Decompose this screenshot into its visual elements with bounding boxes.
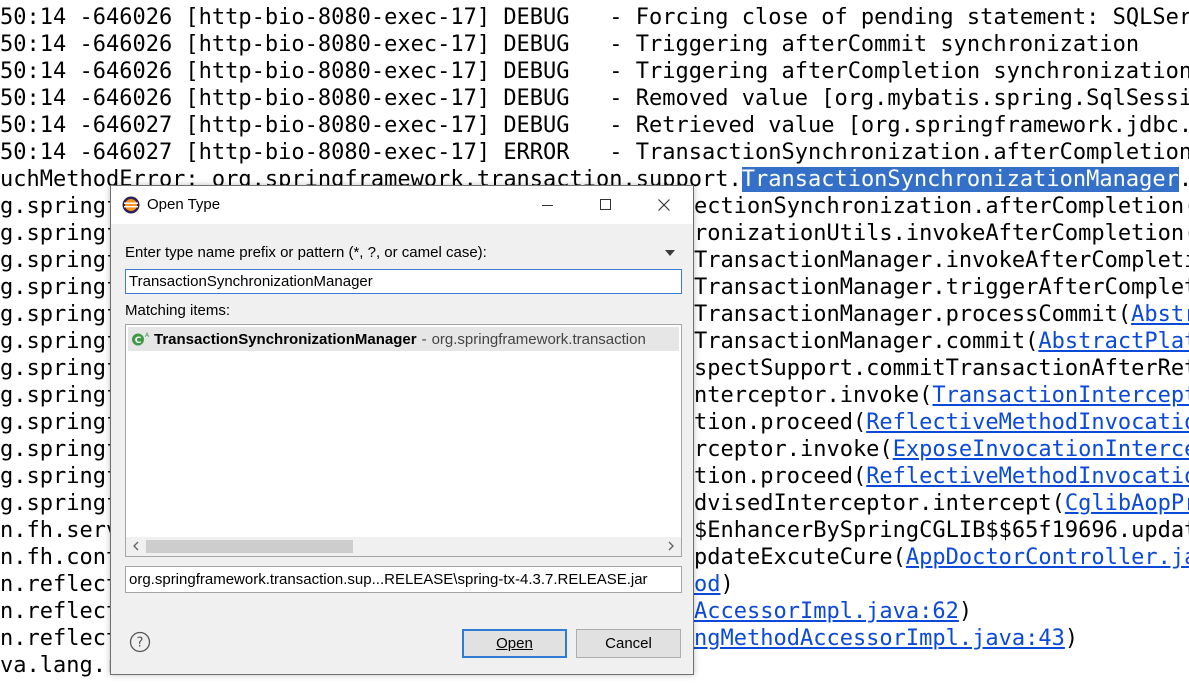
console-line-right-fragment: nterceptor.invoke(TransactionIntercepto	[694, 382, 1189, 409]
svg-text:?: ?	[137, 636, 144, 651]
console-line-right-fragment: rceptor.invoke(ExposeInvocationIntercep	[694, 436, 1189, 463]
console-line: 50:14 -646026 [http-bio-8080-exec-17] DE…	[0, 5, 1189, 30]
console-line-right-fragment: ectionSynchronization.afterCompletion(T	[694, 194, 1189, 219]
svg-text:C: C	[135, 336, 142, 346]
scrollbar-thumb[interactable]	[146, 540, 353, 553]
console-line-right-fragment: pdateExcuteCure(AppDoctorController.jav	[694, 544, 1189, 571]
console-line-right-fragment: AccessorImpl.java:62)	[694, 599, 973, 624]
stack-trace-link[interactable]: AppDoctorController.jav	[906, 545, 1189, 570]
console-line: 50:14 -646027 [http-bio-8080-exec-17] DE…	[0, 113, 1189, 138]
svg-text:A: A	[145, 332, 150, 339]
scroll-right-icon[interactable]	[667, 541, 675, 551]
console-line-left-fragment: g.springfr	[0, 194, 112, 219]
view-menu-icon[interactable]	[665, 250, 675, 256]
pattern-label: Enter type name prefix or pattern (*, ?,…	[125, 244, 487, 261]
console-line: 50:14 -646026 [http-bio-8080-exec-17] DE…	[0, 86, 1189, 111]
console-line-left-fragment: g.springfr	[0, 275, 112, 300]
close-button[interactable]	[635, 186, 693, 224]
console-line-right-fragment: tion.proceed(ReflectiveMethodInvocatio	[694, 409, 1189, 436]
console-line-left-fragment: n.fh.servi	[0, 518, 112, 543]
console-line: 50:14 -646026 [http-bio-8080-exec-17] DE…	[0, 32, 1140, 57]
help-icon[interactable]: ?	[129, 631, 151, 653]
console-line: 50:14 -646027 [http-bio-8080-exec-17] ER…	[0, 140, 1189, 165]
eclipse-app-icon	[122, 196, 140, 214]
console-line-right-fragment: dvisedInterceptor.intercept(CglibAopPro	[694, 490, 1189, 517]
minimize-button[interactable]	[519, 186, 577, 224]
console-line-left-fragment: g.springfr	[0, 356, 112, 381]
console-line-right-fragment: TransactionManager.invokeAfterCompletio	[694, 248, 1189, 273]
maximize-button[interactable]	[577, 186, 635, 224]
dialog-title: Open Type	[147, 196, 221, 213]
package-name: org.springframework.transaction	[431, 330, 646, 348]
list-item[interactable]: C A TransactionSynchronizationManager - …	[128, 327, 679, 351]
scroll-left-icon[interactable]	[132, 541, 140, 551]
horizontal-scrollbar[interactable]	[126, 537, 681, 556]
console-line-left-fragment: g.springfr	[0, 437, 112, 462]
stack-trace-link[interactable]: AbstractPlatf	[1038, 329, 1189, 354]
console-line-left-fragment: g.springfr	[0, 464, 112, 489]
minimize-icon	[542, 205, 553, 206]
item-separator: -	[421, 330, 427, 348]
dialog-titlebar[interactable]: Open Type	[111, 186, 693, 224]
selected-text[interactable]: TransactionSynchronizationManager	[741, 167, 1179, 192]
console-line-left-fragment: n.reflect	[0, 572, 112, 597]
maximize-icon	[600, 199, 611, 210]
console-line-right-fragment: ngMethodAccessorImpl.java:43)	[694, 626, 1079, 651]
console-line: 50:14 -646026 [http-bio-8080-exec-17] DE…	[0, 59, 1189, 84]
type-name: TransactionSynchronizationManager	[154, 330, 417, 348]
console-line-right-fragment: TransactionManager.commit(AbstractPlatf	[694, 328, 1189, 355]
public-class-icon: C A	[132, 332, 150, 346]
matching-items-label: Matching items:	[125, 302, 231, 319]
console-line-right-fragment: ronizationUtils.invokeAfterCompletion(T	[694, 221, 1189, 246]
console-line-left-fragment: g.springfr	[0, 302, 112, 327]
stack-trace-link[interactable]: CglibAopPro	[1065, 491, 1189, 516]
console-line-left-fragment: n.reflect	[0, 626, 112, 651]
cancel-button[interactable]: Cancel	[576, 629, 681, 658]
console-line-right-fragment: TransactionManager.triggerAfterComplet	[694, 275, 1189, 300]
type-pattern-input[interactable]	[125, 269, 682, 294]
console-line-right-fragment: $EnhancerBySpringCGLIB$$65f19696.updat	[694, 518, 1189, 543]
console-line-left-fragment: n.fh.contr	[0, 545, 112, 570]
stack-trace-link[interactable]: TransactionIntercepto	[932, 383, 1189, 408]
console-line-left-fragment: g.springfr	[0, 383, 112, 408]
open-button[interactable]: Open	[462, 629, 567, 658]
stack-trace-link[interactable]: ExposeInvocationIntercep	[893, 437, 1189, 462]
stack-trace-link[interactable]: ReflectiveMethodInvocatio	[866, 464, 1189, 489]
console-line-left-fragment: g.springfr	[0, 410, 112, 435]
close-icon	[658, 199, 670, 211]
console-line-right-fragment: od)	[694, 572, 734, 597]
selected-type-location: org.springframework.transaction.sup...RE…	[125, 566, 682, 593]
stack-trace-link[interactable]: ReflectiveMethodInvocatio	[866, 410, 1189, 435]
console-line-right-fragment: TransactionManager.processCommit(Abstra	[694, 301, 1189, 328]
open-type-dialog: Open Type Enter type name prefix or patt…	[110, 185, 694, 675]
console-line-left-fragment: g.springfr	[0, 329, 112, 354]
console-line-left-fragment: g.springfr	[0, 221, 112, 246]
stack-trace-link[interactable]: ngMethodAccessorImpl.java:43	[694, 626, 1065, 651]
stack-trace-link[interactable]: od	[694, 572, 721, 597]
console-line-left-fragment: g.springfr	[0, 491, 112, 516]
console-line-right-fragment: spectSupport.commitTransactionAfterRet	[694, 356, 1189, 381]
console-line-left-fragment: g.springfr	[0, 248, 112, 273]
matching-items-list[interactable]: C A TransactionSynchronizationManager - …	[125, 324, 682, 557]
stack-trace-link[interactable]: AccessorImpl.java:62	[694, 599, 959, 624]
console-line-left-fragment: n.reflect	[0, 599, 112, 624]
console-line-left-fragment: va.lang.re	[0, 653, 112, 678]
console-line-right-fragment: tion.proceed(ReflectiveMethodInvocatio	[694, 463, 1189, 490]
stack-trace-link[interactable]: Abstra	[1131, 302, 1189, 327]
